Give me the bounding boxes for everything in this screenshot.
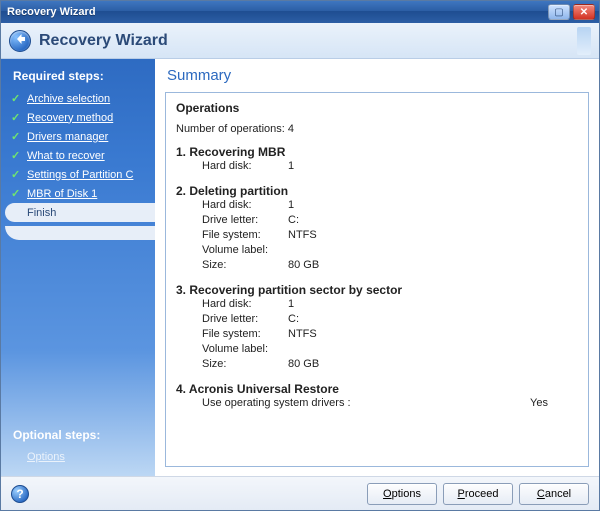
operation-field: File system:NTFS xyxy=(202,228,578,243)
check-icon: ✓ xyxy=(11,168,23,181)
required-steps-heading: Required steps: xyxy=(1,65,155,89)
operations-box: Operations Number of operations: 4 1. Re… xyxy=(165,92,589,467)
operation-field: Use operating system drivers : Yes xyxy=(202,396,578,411)
check-icon: ✓ xyxy=(11,92,23,105)
cancel-button[interactable]: Cancel xyxy=(519,483,589,505)
step-label: What to recover xyxy=(27,150,105,162)
proceed-button[interactable]: Proceed xyxy=(443,483,513,505)
optional-steps-heading: Optional steps: xyxy=(1,424,155,448)
step-label: Drivers manager xyxy=(27,131,108,143)
wizard-header: Recovery Wizard xyxy=(1,23,599,59)
options-button[interactable]: Options xyxy=(367,483,437,505)
operation-field: File system:NTFS xyxy=(202,327,578,342)
operation-item: 1. Recovering MBR Hard disk: 1 xyxy=(176,145,578,174)
content-pane: Summary Operations Number of operations:… xyxy=(155,59,599,476)
help-icon: ? xyxy=(16,487,23,501)
back-arrow-icon xyxy=(14,33,26,48)
operation-field: Hard disk:1 xyxy=(202,198,578,213)
operation-field: Volume label: xyxy=(202,243,578,258)
step-label: Recovery method xyxy=(27,112,113,124)
step-label: Finish xyxy=(27,207,56,219)
window-titlebar: Recovery Wizard ▢ ✕ xyxy=(1,1,599,23)
operation-field: Volume label: xyxy=(202,342,578,357)
sidebar-step-settings-partition-c[interactable]: ✓ Settings of Partition C xyxy=(1,165,155,184)
close-icon: ✕ xyxy=(580,7,588,18)
content-title: Summary xyxy=(167,67,589,84)
operation-field: Hard disk:1 xyxy=(202,297,578,312)
sidebar-step-finish: ✓ Finish xyxy=(5,203,155,222)
operations-heading: Operations xyxy=(176,101,578,115)
optional-step-label: Options xyxy=(27,451,65,463)
check-icon: ✓ xyxy=(11,111,23,124)
sidebar-step-recovery-method[interactable]: ✓ Recovery method xyxy=(1,108,155,127)
sidebar-step-what-to-recover[interactable]: ✓ What to recover xyxy=(1,146,155,165)
operation-field: Size:80 GB xyxy=(202,258,578,273)
close-button[interactable]: ✕ xyxy=(573,4,595,20)
window-title: Recovery Wizard xyxy=(7,6,545,18)
maximize-icon: ▢ xyxy=(554,7,563,18)
operation-item: 4. Acronis Universal Restore Use operati… xyxy=(176,382,578,411)
operation-heading: 3. Recovering partition sector by sector xyxy=(176,283,578,297)
help-button[interactable]: ? xyxy=(11,485,29,503)
sidebar-step-archive-selection[interactable]: ✓ Archive selection xyxy=(1,89,155,108)
operation-field: Drive letter:C: xyxy=(202,312,578,327)
operation-heading: 2. Deleting partition xyxy=(176,184,578,198)
operation-heading: 4. Acronis Universal Restore xyxy=(176,382,578,396)
operation-item: 3. Recovering partition sector by sector… xyxy=(176,283,578,372)
operation-heading: 1. Recovering MBR xyxy=(176,145,578,159)
check-icon: ✓ xyxy=(11,130,23,143)
check-icon: ✓ xyxy=(11,149,23,162)
sidebar-cutout xyxy=(5,226,155,240)
operation-item: 2. Deleting partition Hard disk:1 Drive … xyxy=(176,184,578,273)
sidebar: Required steps: ✓ Archive selection ✓ Re… xyxy=(1,59,155,476)
sidebar-step-drivers-manager[interactable]: ✓ Drivers manager xyxy=(1,127,155,146)
wizard-footer: ? Options Proceed Cancel xyxy=(1,476,599,510)
check-icon: ✓ xyxy=(11,187,23,200)
sidebar-optional-options[interactable]: Options xyxy=(1,448,155,466)
header-decor xyxy=(577,27,591,55)
step-label: Archive selection xyxy=(27,93,110,105)
maximize-button[interactable]: ▢ xyxy=(548,4,570,20)
operation-field: Drive letter:C: xyxy=(202,213,578,228)
back-button[interactable] xyxy=(9,30,31,52)
step-label: MBR of Disk 1 xyxy=(27,188,97,200)
step-label: Settings of Partition C xyxy=(27,169,133,181)
operation-field: Hard disk: 1 xyxy=(202,159,578,174)
operation-field: Size:80 GB xyxy=(202,357,578,372)
sidebar-step-mbr-of-disk-1[interactable]: ✓ MBR of Disk 1 xyxy=(1,184,155,203)
page-title: Recovery Wizard xyxy=(39,32,168,50)
operations-count: Number of operations: 4 xyxy=(176,123,578,135)
